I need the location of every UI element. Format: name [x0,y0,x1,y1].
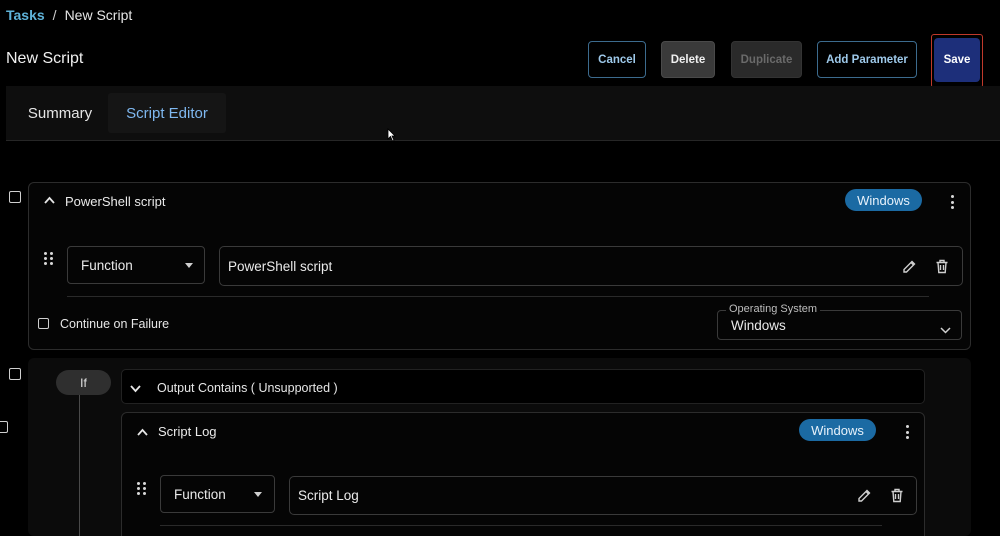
more-options-icon[interactable] [951,195,955,212]
tab-script-editor[interactable]: Script Editor [108,93,226,133]
continue-on-failure-label: Continue on Failure [60,317,170,331]
step-title: PowerShell script [65,194,166,209]
more-options-icon[interactable] [906,425,910,442]
drag-handle-icon[interactable] [44,252,54,267]
cancel-button[interactable]: Cancel [588,41,646,78]
delete-trash-icon[interactable] [933,257,951,275]
page-title: New Script [6,50,84,67]
step-1-select-checkbox[interactable] [9,191,21,203]
divider [160,525,882,526]
edit-pencil-icon[interactable] [855,486,873,504]
os-badge: Windows [799,419,876,441]
function-value: Script Log [298,488,359,503]
step-title: Script Log [158,424,217,439]
chevron-down-icon [254,492,262,497]
function-value: PowerShell script [228,258,333,274]
save-button[interactable]: Save [934,38,980,82]
os-badge: Windows [845,189,922,211]
continue-on-failure-checkbox[interactable] [38,318,49,329]
condition-title: Output Contains ( Unsupported ) [157,381,338,395]
delete-trash-icon[interactable] [888,486,906,504]
collapse-chevron-up-icon[interactable] [137,423,148,441]
duplicate-button[interactable]: Duplicate [731,41,802,78]
collapse-chevron-up-icon[interactable] [44,193,55,207]
step-2-select-checkbox[interactable] [9,368,21,380]
tab-bar: Summary Script Editor [6,86,1000,141]
chevron-down-icon [185,263,193,268]
breadcrumb-separator: / [52,7,57,23]
breadcrumb-tasks-link[interactable]: Tasks [6,7,45,23]
breadcrumb-current: New Script [64,7,133,23]
chevron-down-icon [940,321,951,339]
add-parameter-button[interactable]: Add Parameter [817,41,917,78]
breadcrumb: Tasks / New Script [6,7,132,23]
function-field[interactable]: PowerShell script [219,246,963,286]
function-field[interactable]: Script Log [289,476,917,515]
mouse-cursor-icon [387,128,396,142]
if-label: If [56,370,111,395]
edit-pencil-icon[interactable] [900,257,918,275]
step-3-select-checkbox[interactable] [0,421,8,433]
operating-system-value: Windows [731,318,786,333]
operating-system-label: Operating System [726,303,821,315]
delete-button[interactable]: Delete [661,41,715,78]
step-type-value: Function [174,486,226,502]
expand-chevron-down-icon[interactable] [130,380,141,398]
tab-summary[interactable]: Summary [14,93,106,133]
step-type-value: Function [81,257,133,273]
drag-handle-icon[interactable] [137,482,147,497]
divider [67,296,929,297]
branch-line [79,395,80,536]
